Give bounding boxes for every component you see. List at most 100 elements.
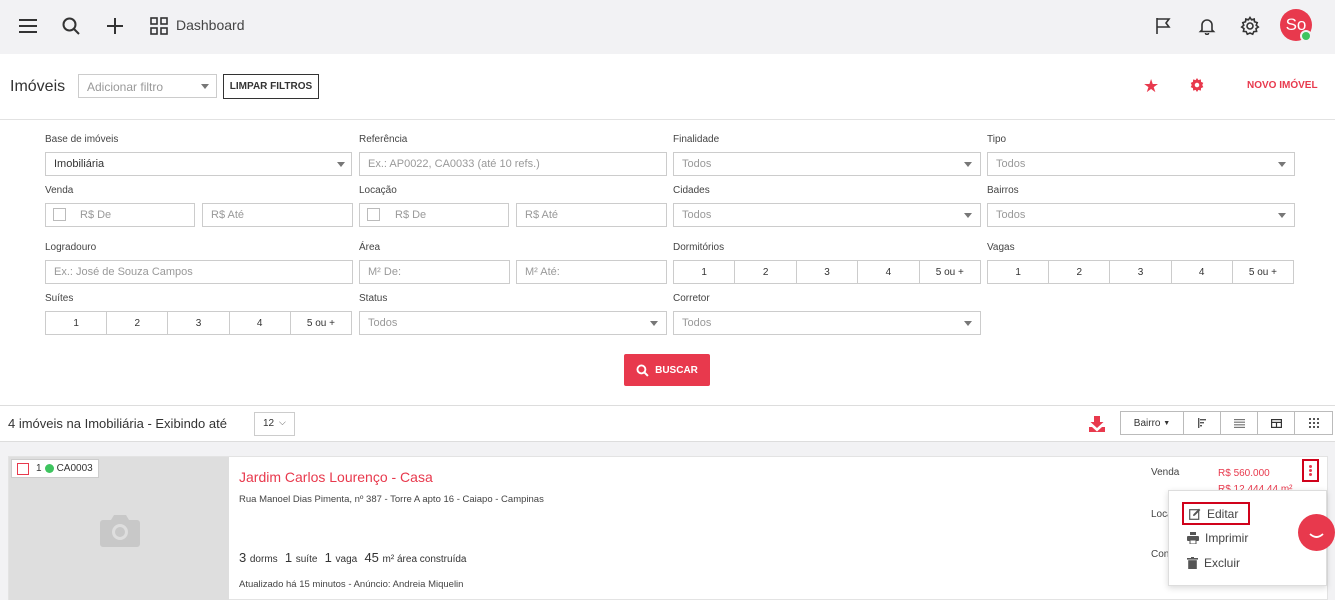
sort-by-label: Bairro	[1133, 417, 1161, 429]
menu-item-print[interactable]: Imprimir	[1187, 531, 1248, 545]
menu-icon[interactable]	[15, 13, 41, 39]
top-bar: Dashboard So	[0, 0, 1335, 52]
area-label: Área	[359, 242, 381, 253]
sale-price-currency: R$	[1218, 468, 1234, 479]
caret-down-icon: ▼	[1163, 419, 1171, 427]
add-filter-placeholder: Adicionar filtro	[87, 80, 164, 94]
property-checkbox[interactable]	[17, 462, 29, 475]
status-select[interactable]: Todos	[359, 311, 667, 335]
suite-count: 1	[284, 550, 293, 565]
property-title[interactable]: Jardim Carlos Lourenço - Casa	[239, 469, 433, 485]
results-bar: 4 imóveis na Imobiliária - Exibindo até …	[0, 406, 1335, 442]
locacao-de-input[interactable]: R$ De	[359, 203, 509, 227]
sort-by-select[interactable]: Bairro ▼	[1121, 412, 1184, 434]
property-address: Rua Manoel Dias Pimenta, nº 387 - Torre …	[239, 494, 544, 505]
vagas-option-1[interactable]: 1	[988, 261, 1050, 283]
dormitorios-option-4[interactable]: 4	[858, 261, 920, 283]
venda-ate-input[interactable]: R$ Até	[202, 203, 353, 227]
add-filter-select[interactable]: Adicionar filtro	[78, 74, 217, 98]
suites-option-2[interactable]: 2	[107, 312, 169, 334]
tipo-value: Todos	[996, 158, 1026, 170]
clear-filters-button[interactable]: LIMPAR FILTROS	[223, 74, 319, 99]
property-features: 3 dorms 1 suíte 1 vaga 45 m² área constr…	[239, 550, 466, 565]
plus-icon[interactable]	[102, 13, 128, 39]
star-icon[interactable]: ★	[1143, 77, 1159, 95]
suites-option-3[interactable]: 3	[168, 312, 230, 334]
chat-bubble-button[interactable]	[1298, 514, 1335, 551]
status-label: Status	[359, 293, 388, 304]
base-label: Base de imóveis	[45, 134, 119, 145]
dashboard-link[interactable]: Dashboard	[176, 17, 245, 33]
per-page-select[interactable]: 12 ⌵	[254, 412, 295, 436]
chevron-down-icon	[201, 84, 209, 89]
area-value: 45	[364, 550, 379, 565]
vagas-option-3[interactable]: 3	[1110, 261, 1172, 283]
suite-label: suíte	[295, 554, 318, 565]
new-property-link[interactable]: NOVO IMÓVEL	[1247, 80, 1318, 91]
property-card[interactable]: 1 CA0003 Jardim Carlos Lourenço - Casa R…	[8, 456, 1328, 600]
search-button[interactable]: BUSCAR	[624, 354, 710, 386]
corretor-select[interactable]: Todos	[673, 311, 981, 335]
vaga-count: 1	[324, 550, 332, 565]
menu-item-delete[interactable]: Excluir	[1187, 556, 1240, 570]
dorms-count: 3	[239, 550, 247, 565]
chevron-down-icon	[964, 213, 972, 218]
cidades-select[interactable]: Todos	[673, 203, 981, 227]
finalidade-select[interactable]: Todos	[673, 152, 981, 176]
bell-icon[interactable]	[1194, 13, 1220, 39]
condo-fee-label: Con	[1151, 549, 1170, 560]
vagas-option-5-plus[interactable]: 5 ou +	[1233, 261, 1293, 283]
chevron-down-icon	[337, 162, 345, 167]
dormitorios-option-3[interactable]: 3	[797, 261, 859, 283]
list-view-icon[interactable]	[1221, 412, 1258, 434]
area-ate-input[interactable]: M² Até:	[516, 260, 667, 284]
table-view-icon[interactable]	[1258, 412, 1295, 434]
page-header: Imóveis Adicionar filtro LIMPAR FILTROS …	[0, 54, 1335, 120]
property-settings-gear-icon[interactable]	[1190, 78, 1204, 95]
sort-direction-icon[interactable]	[1184, 412, 1221, 434]
search-icon[interactable]	[58, 13, 84, 39]
referencia-input[interactable]: Ex.: AP0022, CA0033 (até 10 refs.)	[359, 152, 667, 176]
results-count: 4 imóveis na Imobiliária - Exibindo até	[8, 416, 227, 431]
logradouro-label: Logradouro	[45, 242, 97, 253]
property-photo-placeholder[interactable]: 1 CA0003	[9, 457, 229, 600]
active-status-dot	[44, 464, 54, 473]
trash-icon	[1187, 557, 1198, 569]
chevron-down-icon	[1278, 162, 1286, 167]
chevron-down-icon: ⌵	[279, 417, 286, 427]
bairros-select[interactable]: Todos	[987, 203, 1295, 227]
chevron-down-icon	[650, 321, 658, 326]
menu-item-edit-label: Editar	[1207, 506, 1239, 521]
menu-item-delete-label: Excluir	[1204, 556, 1241, 570]
dormitorios-option-1[interactable]: 1	[674, 261, 736, 283]
venda-de-input[interactable]: R$ De	[45, 203, 195, 227]
vagas-option-2[interactable]: 2	[1049, 261, 1111, 283]
more-options-icon[interactable]	[1302, 459, 1319, 482]
locacao-ate-input[interactable]: R$ Até	[516, 203, 667, 227]
tipo-select[interactable]: Todos	[987, 152, 1295, 176]
vagas-option-4[interactable]: 4	[1172, 261, 1233, 283]
online-status-dot	[1300, 30, 1312, 42]
suites-option-5-plus[interactable]: 5 ou +	[291, 312, 351, 334]
dormitorios-option-2[interactable]: 2	[735, 261, 797, 283]
venda-checkbox[interactable]	[53, 208, 66, 221]
locacao-checkbox[interactable]	[367, 208, 380, 221]
base-select[interactable]: Imobiliária	[45, 152, 352, 176]
flag-icon[interactable]	[1150, 13, 1176, 39]
suites-selector: 1 2 3 4 5 ou +	[45, 311, 352, 335]
grid-view-icon[interactable]	[1295, 412, 1332, 434]
menu-item-print-label: Imprimir	[1205, 531, 1249, 545]
chevron-down-icon	[964, 321, 972, 326]
dormitorios-option-5-plus[interactable]: 5 ou +	[920, 261, 980, 283]
vagas-selector: 1 2 3 4 5 ou +	[987, 260, 1294, 284]
download-icon[interactable]	[1088, 415, 1106, 436]
dormitorios-label: Dormitórios	[673, 242, 725, 253]
area-de-input[interactable]: M² De:	[359, 260, 510, 284]
suites-option-1[interactable]: 1	[46, 312, 108, 334]
dashboard-grid-icon[interactable]	[146, 13, 172, 39]
suites-option-4[interactable]: 4	[230, 312, 291, 334]
settings-gear-icon[interactable]	[1237, 13, 1263, 39]
logradouro-input[interactable]: Ex.: José de Souza Campos	[45, 260, 353, 284]
menu-item-edit[interactable]: Editar	[1182, 502, 1250, 525]
vaga-label: vaga	[335, 554, 358, 565]
